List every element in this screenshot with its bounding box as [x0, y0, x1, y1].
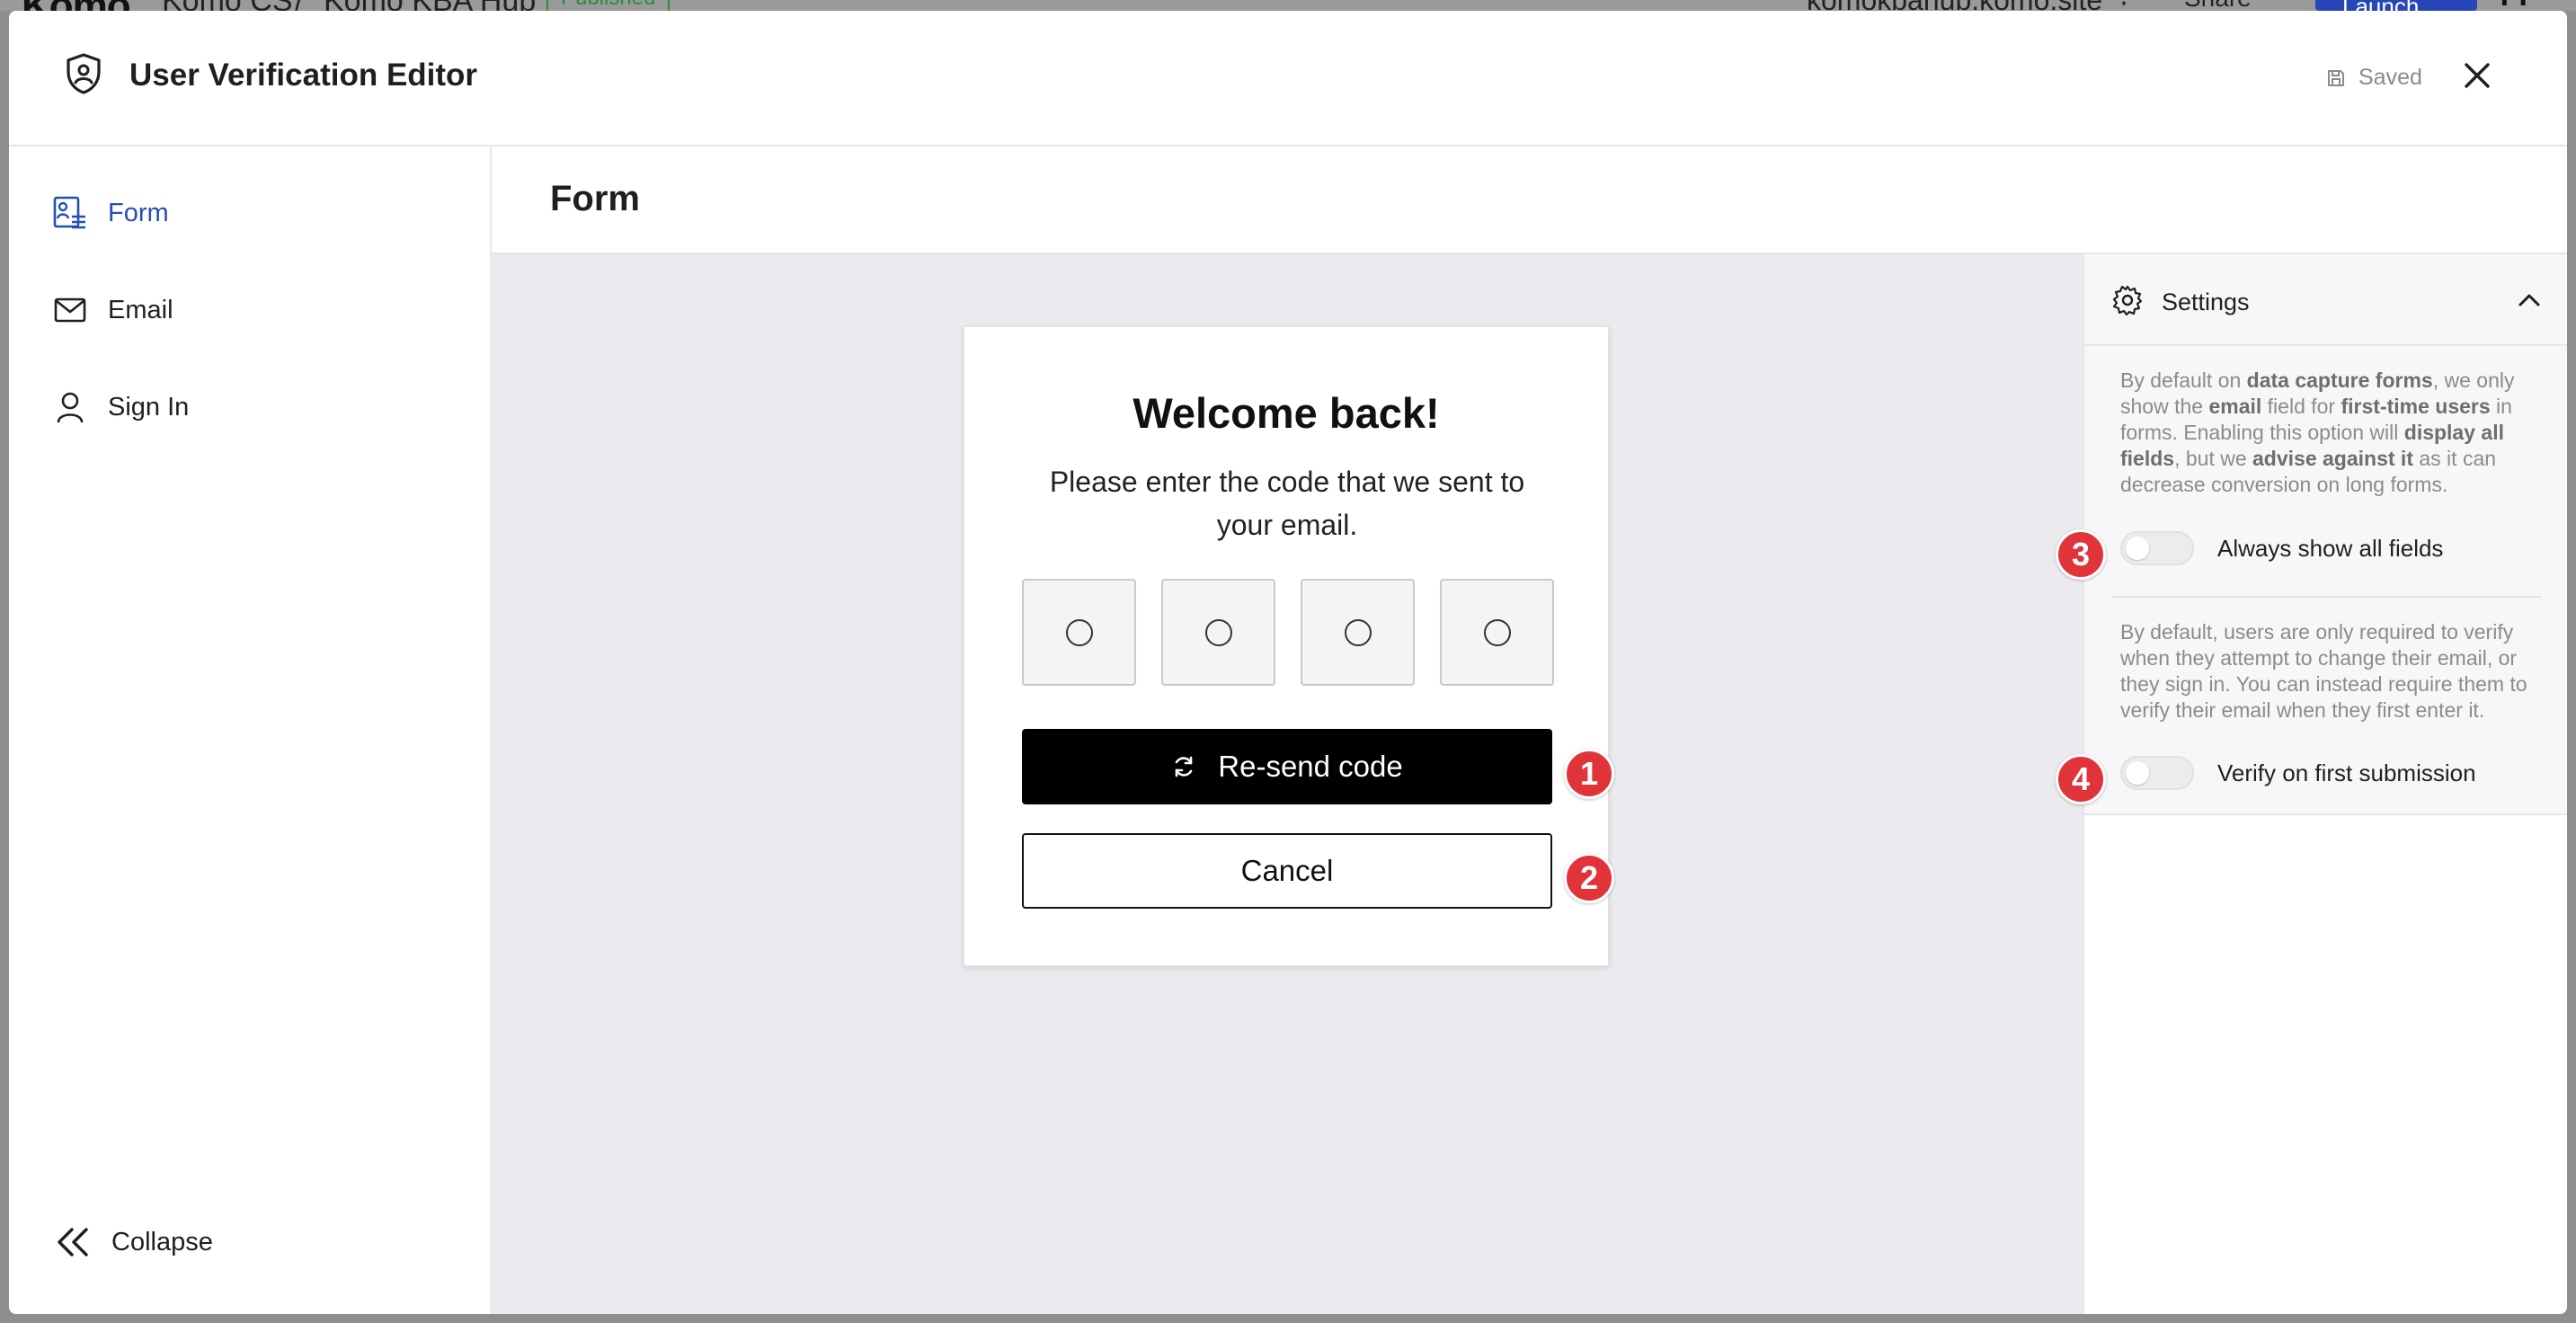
circle-placeholder-icon — [1483, 618, 1511, 646]
verify-on-first-submission-toggle[interactable] — [2120, 756, 2194, 790]
preview-canvas: Welcome back! Please enter the code that… — [492, 254, 2083, 1314]
main-header: Form — [492, 147, 2567, 254]
launch-button[interactable]: Launch — [2315, 0, 2477, 11]
toggle-knob — [2126, 537, 2149, 560]
circle-placeholder-icon — [1344, 618, 1372, 646]
sidebar-item-email[interactable]: Email — [52, 292, 173, 328]
modal-title: User Verification Editor — [129, 58, 478, 93]
settings-panel: Settings By default on data capture form… — [2056, 254, 2567, 1314]
avatar[interactable]: TT — [2495, 0, 2533, 11]
toggle-knob — [2126, 761, 2149, 785]
komo-logo: Komo — [22, 0, 131, 11]
page-title: Form — [550, 179, 640, 218]
resend-label: Re-send code — [1218, 750, 1403, 783]
modal-header: User Verification Editor Saved — [9, 11, 2567, 147]
setting-row-verify-first: Verify on first submission — [2120, 756, 2476, 790]
callout-badge-2: 2 — [1564, 853, 1614, 903]
breadcrumb-workspace[interactable]: Komo CS — [162, 0, 293, 11]
background-app-bar: Komo Komo CS / Komo KBA Hub Published ko… — [0, 0, 2576, 11]
mail-icon — [52, 292, 88, 328]
breadcrumb-hub[interactable]: Komo KBA Hub — [324, 0, 536, 11]
close-icon[interactable] — [2459, 58, 2495, 93]
toggle-label: Always show all fields — [2217, 534, 2444, 562]
always-show-all-fields-toggle[interactable] — [2120, 531, 2194, 565]
code-input-3[interactable] — [1301, 579, 1415, 686]
published-badge: Published — [546, 0, 671, 11]
settings-header[interactable]: Settings — [2084, 254, 2567, 346]
main-area: Form Welcome back! Please enter the code… — [492, 147, 2567, 1314]
saved-label: Saved — [2358, 65, 2422, 90]
breadcrumb-separator: / — [295, 0, 303, 11]
site-url[interactable]: komokbahub.komo.site — [1807, 0, 2102, 11]
more-icon[interactable]: ⋮ — [2110, 0, 2137, 11]
sidebar-item-sign-in[interactable]: Sign In — [52, 389, 189, 425]
verification-card: Welcome back! Please enter the code that… — [964, 326, 1609, 966]
code-input-2[interactable] — [1161, 579, 1275, 686]
setting-description-show-all-fields: By default on data capture forms, we onl… — [2120, 368, 2515, 496]
code-input-4[interactable] — [1440, 579, 1554, 686]
resend-code-button[interactable]: Re-send code — [1022, 729, 1552, 804]
sidebar-item-label: Sign In — [108, 392, 190, 422]
card-subtitle: Please enter the code that we sent to yo… — [1049, 466, 1525, 541]
sidebar-item-label: Email — [108, 295, 173, 324]
callout-badge-4: 4 — [2056, 754, 2106, 804]
refresh-icon — [1175, 756, 1193, 777]
callout-badge-1: 1 — [1564, 749, 1614, 799]
share-button[interactable]: Share — [2184, 0, 2252, 11]
collapse-label: Collapse — [111, 1227, 213, 1256]
settings-title: Settings — [2162, 289, 2250, 315]
user-icon — [52, 389, 88, 425]
chevrons-left-icon — [58, 1228, 88, 1256]
code-input-group — [1022, 579, 1554, 686]
saved-status: Saved — [2326, 65, 2422, 91]
card-title: Welcome back! — [1133, 389, 1440, 437]
cancel-button[interactable]: Cancel — [1022, 833, 1552, 909]
circle-placeholder-icon — [1065, 618, 1093, 646]
callout-badge-3: 3 — [2056, 529, 2106, 580]
sidebar: Form Email Sign In Collapse — [9, 147, 492, 1314]
chevron-up-icon[interactable] — [2516, 289, 2543, 312]
settings-divider — [2111, 596, 2541, 598]
sidebar-item-label: Form — [108, 198, 169, 227]
toggle-label: Verify on first submission — [2217, 759, 2476, 786]
setting-description-verify-first: By default, users are only required to v… — [2120, 620, 2527, 722]
setting-row-show-all-fields: Always show all fields — [2120, 531, 2443, 565]
shield-icon — [67, 53, 101, 94]
form-icon — [52, 195, 88, 231]
collapse-button[interactable]: Collapse — [56, 1227, 213, 1257]
gear-icon — [2112, 285, 2143, 316]
save-icon — [2328, 69, 2344, 86]
circle-placeholder-icon — [1204, 618, 1232, 646]
code-input-1[interactable] — [1022, 579, 1136, 686]
settings-body: By default on data capture forms, we onl… — [2084, 346, 2567, 815]
user-verification-editor-modal: User Verification Editor Saved Form Emai… — [9, 11, 2567, 1314]
sidebar-item-form[interactable]: Form — [52, 195, 169, 231]
